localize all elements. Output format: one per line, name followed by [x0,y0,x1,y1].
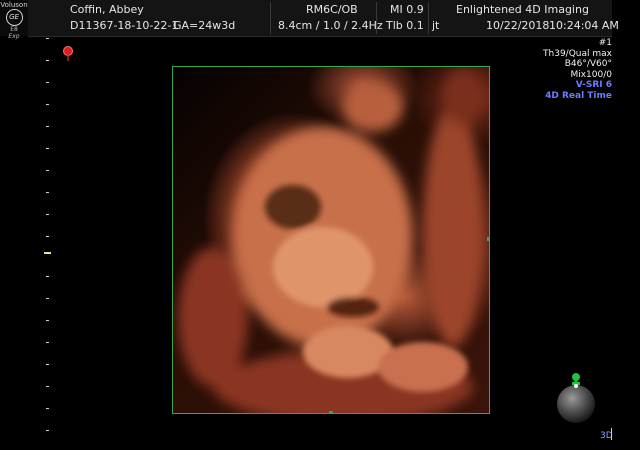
param-mode: 4D Real Time [545,90,612,101]
brand-label: Voluson [0,1,28,9]
operator-initials: jt [432,19,440,32]
depth-params: 8.4cm / 1.0 / 2.4Hz [278,19,383,32]
scale-tick [46,170,49,171]
location-pin-icon[interactable] [62,46,74,66]
mi-value: MI 0.9 [390,3,424,16]
scale-tick [46,126,49,127]
study-id: D11367-18-10-22-1 [70,19,179,32]
divider [376,2,377,34]
render-viewport[interactable] [172,66,490,414]
scale-tick [46,214,49,215]
ge-logo-icon: GE [5,9,23,26]
mode-title: Enlightened 4D Imaging [456,3,589,16]
focus-marker [44,252,51,254]
patient-name: Coffin, Abbey [70,3,144,16]
scale-tick [46,276,49,277]
scale-tick [46,408,49,409]
tib-value: Tlb 0.1 [386,19,424,32]
imaging-parameters: #1 Th39/Qual max B46°/V60° Mix100/0 V-SR… [543,38,612,101]
header-bar: Coffin, Abbey D11367-18-10-22-1 GA=24w3d… [28,0,619,37]
orientation-sphere-icon[interactable] [556,372,598,428]
ge-voluson-logo: Voluson GE E8 Exp [0,0,28,40]
scale-tick [46,430,49,431]
scale-tick [46,60,49,61]
exam-date: 10/22/2018 [486,19,550,32]
param-mix: Mix100/0 [570,69,612,80]
param-volume-number: #1 [598,38,612,48]
probe-label: RM6C/OB [306,3,358,16]
scale-tick [46,386,49,387]
exam-time: 10:24:04 AM [549,19,619,32]
scale-tick [46,364,49,365]
scale-tick [46,148,49,149]
scale-tick [46,298,49,299]
roi-handle-right[interactable] [487,237,489,241]
scale-tick [46,236,49,237]
text-cursor [611,428,612,440]
scale-tick [46,320,49,321]
rendered-volume-image [178,69,483,413]
param-vsri: V-SRI 6 [575,80,612,90]
param-threshold: Th39/Qual max [543,48,612,59]
scale-tick [46,82,49,83]
scale-tick [46,192,49,193]
gestational-age: GA=24w3d [173,19,236,32]
param-angles: B46°/V60° [564,59,612,69]
divider [428,2,429,34]
scale-tick [46,38,49,39]
depth-scale [44,38,54,438]
divider [270,2,271,34]
scale-tick [46,342,49,343]
edition-label: Exp [8,33,20,40]
scale-tick [46,104,49,105]
model-label: E8 [10,26,18,33]
roi-handle-bottom[interactable] [329,411,333,413]
